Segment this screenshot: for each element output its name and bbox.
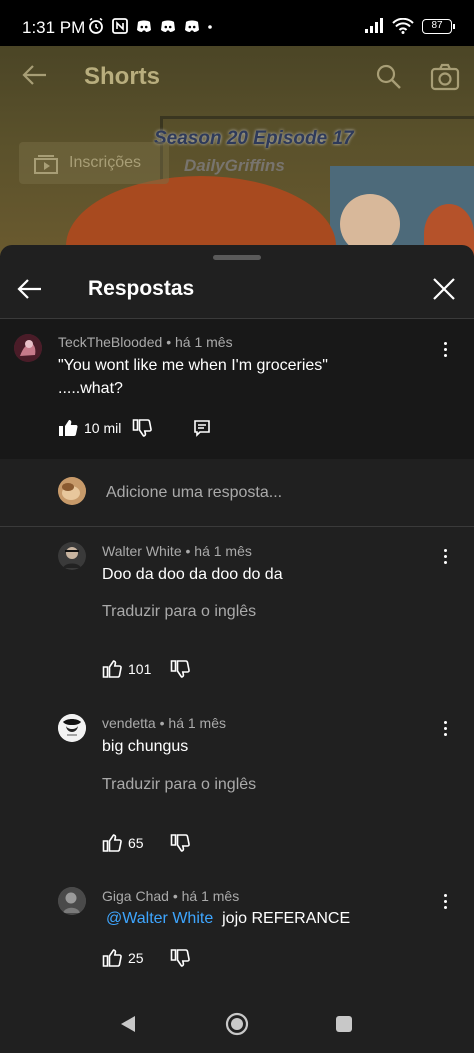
like-button[interactable]: 65 xyxy=(102,834,144,852)
comment-meta: TeckTheBlooded • há 1 mês xyxy=(58,334,233,350)
like-button[interactable]: 25 xyxy=(102,949,144,967)
avatar-image-icon xyxy=(58,887,86,915)
thumbs-up-icon xyxy=(102,660,122,678)
divider xyxy=(0,526,474,527)
comment-time: há 1 mês xyxy=(194,543,252,559)
thumbs-down-icon[interactable] xyxy=(170,834,190,852)
shorts-title: Shorts xyxy=(84,63,161,90)
like-button[interactable]: 101 xyxy=(102,660,151,678)
signal-icon xyxy=(365,18,383,33)
close-icon[interactable] xyxy=(430,275,458,303)
comment-time: há 1 mês xyxy=(168,715,226,731)
wifi-icon xyxy=(392,18,414,34)
thumbs-up-icon xyxy=(102,949,122,967)
thumbs-up-icon xyxy=(102,834,122,852)
comment-text: Doo da doo da doo do da xyxy=(102,566,283,583)
thumbs-down-icon[interactable] xyxy=(170,660,190,678)
replies-sheet: Respostas TeckTheBlooded • há 1 mês "You… xyxy=(0,245,474,1053)
comment-text: @Walter White jojo REFERANCE xyxy=(106,907,350,930)
reply-icon[interactable] xyxy=(193,419,211,437)
more-notifications-dot-icon xyxy=(208,25,212,29)
more-options-icon[interactable] xyxy=(435,546,455,566)
battery-indicator: 87 xyxy=(422,18,455,34)
nav-home-icon[interactable] xyxy=(225,1012,249,1036)
meta-separator: • xyxy=(185,543,191,559)
comment-author[interactable]: TeckTheBlooded xyxy=(58,334,162,350)
comment-time: há 1 mês xyxy=(174,334,233,350)
avatar[interactable] xyxy=(58,542,86,570)
thumbs-down-icon[interactable] xyxy=(170,949,190,967)
comment-text-line: .....what? xyxy=(58,380,123,397)
user-avatar-icon xyxy=(58,477,86,505)
discord-icon xyxy=(185,20,199,32)
comment-author[interactable]: Giga Chad xyxy=(102,888,169,904)
add-reply-row[interactable]: Adicione uma resposta... xyxy=(0,459,474,527)
system-navigation-bar xyxy=(0,993,474,1053)
subscriptions-icon xyxy=(34,155,58,174)
comment-meta: Walter White • há 1 mês xyxy=(102,543,252,559)
avatar[interactable] xyxy=(14,334,42,362)
comment-text-body: jojo REFERANCE xyxy=(222,910,351,927)
parent-comment: TeckTheBlooded • há 1 mês "You wont like… xyxy=(0,319,474,459)
shorts-video-background: Season 20 Episode 17 DailyGriffins Short… xyxy=(0,46,474,256)
camera-icon[interactable] xyxy=(430,63,460,91)
meta-separator: • xyxy=(159,715,165,731)
meta-separator: • xyxy=(166,334,172,350)
video-overlay-text: Season 20 Episode 17 xyxy=(154,128,354,149)
more-options-icon[interactable] xyxy=(435,718,455,738)
shorts-header: Shorts xyxy=(0,46,474,108)
more-options-icon[interactable] xyxy=(435,339,455,359)
comment-meta: vendetta • há 1 mês xyxy=(102,715,226,731)
comment-author[interactable]: vendetta xyxy=(102,715,156,731)
meta-separator: • xyxy=(172,888,178,904)
mention-link[interactable]: @Walter White xyxy=(106,910,213,927)
avatar[interactable] xyxy=(58,714,86,742)
avatar-image-icon xyxy=(58,542,86,570)
like-count: 65 xyxy=(128,835,144,851)
comment-time: há 1 mês xyxy=(181,888,240,904)
status-time: 1:31 PM xyxy=(22,18,86,37)
back-arrow-icon[interactable] xyxy=(22,64,48,86)
avatar-image-icon xyxy=(14,334,42,362)
sheet-header: Respostas xyxy=(0,267,474,319)
comment-text-line: "You wont like me when I'm groceries" xyxy=(58,357,328,374)
nfc-icon xyxy=(112,18,128,34)
comment-text: big chungus xyxy=(102,738,189,755)
discord-icon xyxy=(137,20,151,32)
like-button[interactable]: 10 mil xyxy=(58,419,121,437)
thumbs-down-icon[interactable] xyxy=(132,419,152,437)
subscriptions-label: Inscrições xyxy=(69,154,142,171)
avatar-image-icon xyxy=(58,714,86,742)
translate-link[interactable]: Traduzir para o inglês xyxy=(102,776,256,794)
comment-text: "You wont like me when I'm groceries" ..… xyxy=(58,354,328,400)
translate-link[interactable]: Traduzir para o inglês xyxy=(102,603,256,621)
subscriptions-button[interactable]: Inscrições xyxy=(19,142,169,184)
comment-author[interactable]: Walter White xyxy=(102,543,182,559)
thumbs-up-filled-icon xyxy=(59,420,78,436)
drag-handle[interactable] xyxy=(213,255,261,260)
avatar[interactable] xyxy=(58,887,86,915)
sheet-title: Respostas xyxy=(88,277,195,300)
add-reply-input[interactable]: Adicione uma resposta... xyxy=(106,484,282,502)
more-options-icon[interactable] xyxy=(435,891,455,911)
like-count: 10 mil xyxy=(84,420,122,436)
avatar xyxy=(58,477,86,505)
notification-icons xyxy=(87,17,213,35)
like-count: 101 xyxy=(128,661,152,677)
video-watermark: DailyGriffins xyxy=(184,156,285,175)
status-right: 87 xyxy=(364,18,455,34)
comment-meta: Giga Chad • há 1 mês xyxy=(102,888,239,904)
search-icon[interactable] xyxy=(376,64,402,90)
discord-icon xyxy=(161,20,175,32)
alarm-icon xyxy=(89,17,103,34)
status-bar: 1:31 PM 87 xyxy=(0,0,474,46)
nav-recents-icon[interactable] xyxy=(335,1015,353,1033)
nav-back-icon[interactable] xyxy=(119,1014,137,1034)
back-arrow-icon[interactable] xyxy=(16,275,44,303)
like-count: 25 xyxy=(128,950,144,966)
